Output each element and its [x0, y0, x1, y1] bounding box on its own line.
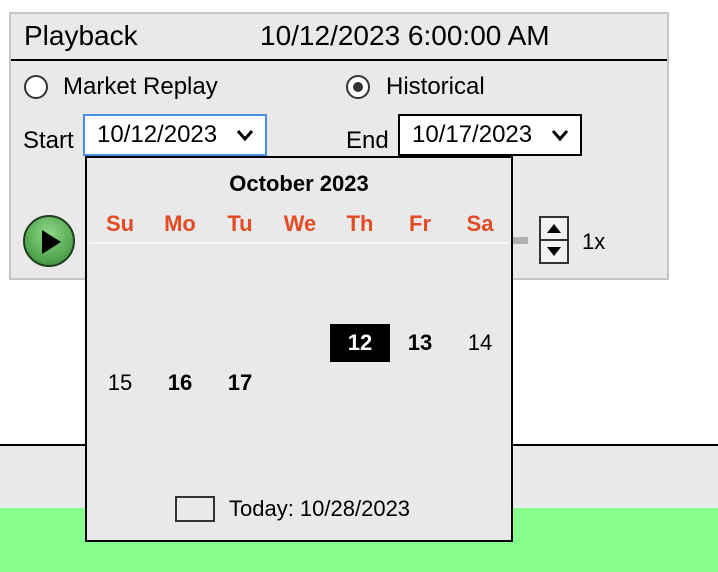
arrow-down-icon: [547, 247, 561, 256]
weekday-wednesday: We: [283, 211, 317, 236]
calendar-popup: October 2023 Su Mo Tu We Th Fr Sa 12 13 …: [85, 156, 513, 542]
weekday-sunday: Su: [105, 211, 135, 236]
calendar-day-13[interactable]: 13: [390, 324, 450, 362]
calendar-day-15[interactable]: 15: [90, 364, 150, 402]
end-date-picker[interactable]: 10/17/2023: [398, 114, 582, 156]
market-replay-radio[interactable]: [24, 75, 48, 99]
end-label: End: [346, 127, 389, 154]
play-icon: [42, 230, 61, 254]
weekday-monday: Mo: [164, 211, 196, 236]
speed-up-button[interactable]: [541, 218, 567, 240]
speed-slider[interactable]: [512, 237, 528, 244]
radio-selected-dot: [353, 82, 363, 92]
speed-value: 1x: [582, 229, 606, 254]
start-date-value[interactable]: 10/12/2023: [97, 121, 217, 148]
speed-spinner[interactable]: [539, 216, 569, 264]
calendar-month-title[interactable]: October 2023: [87, 170, 511, 198]
chevron-down-icon[interactable]: [235, 125, 255, 145]
historical-label: Historical: [386, 73, 485, 100]
historical-radio[interactable]: [346, 75, 370, 99]
weekday-tuesday: Tu: [227, 211, 253, 236]
calendar-day-16[interactable]: 16: [150, 364, 210, 402]
play-button[interactable]: [23, 215, 75, 267]
today-marker[interactable]: [175, 496, 215, 522]
header-divider: [11, 59, 667, 61]
arrow-up-icon: [547, 224, 561, 233]
calendar-day-17[interactable]: 17: [210, 364, 270, 402]
calendar-day-12[interactable]: 12: [330, 324, 390, 362]
start-label: Start: [23, 127, 74, 154]
panel-title: Playback: [24, 20, 138, 51]
chevron-down-icon[interactable]: [550, 125, 570, 145]
current-playback-time: 10/12/2023 6:00:00 AM: [260, 20, 550, 51]
start-date-picker[interactable]: 10/12/2023: [83, 114, 267, 156]
speed-down-button[interactable]: [541, 241, 567, 263]
weekday-thursday: Th: [346, 211, 374, 236]
weekday-divider: [89, 242, 509, 244]
calendar-day-14[interactable]: 14: [450, 324, 510, 362]
today-link[interactable]: Today: 10/28/2023: [229, 495, 410, 523]
market-replay-label: Market Replay: [63, 73, 218, 100]
end-date-value[interactable]: 10/17/2023: [412, 121, 532, 148]
weekday-saturday: Sa: [466, 211, 494, 236]
weekday-friday: Fr: [409, 211, 431, 236]
